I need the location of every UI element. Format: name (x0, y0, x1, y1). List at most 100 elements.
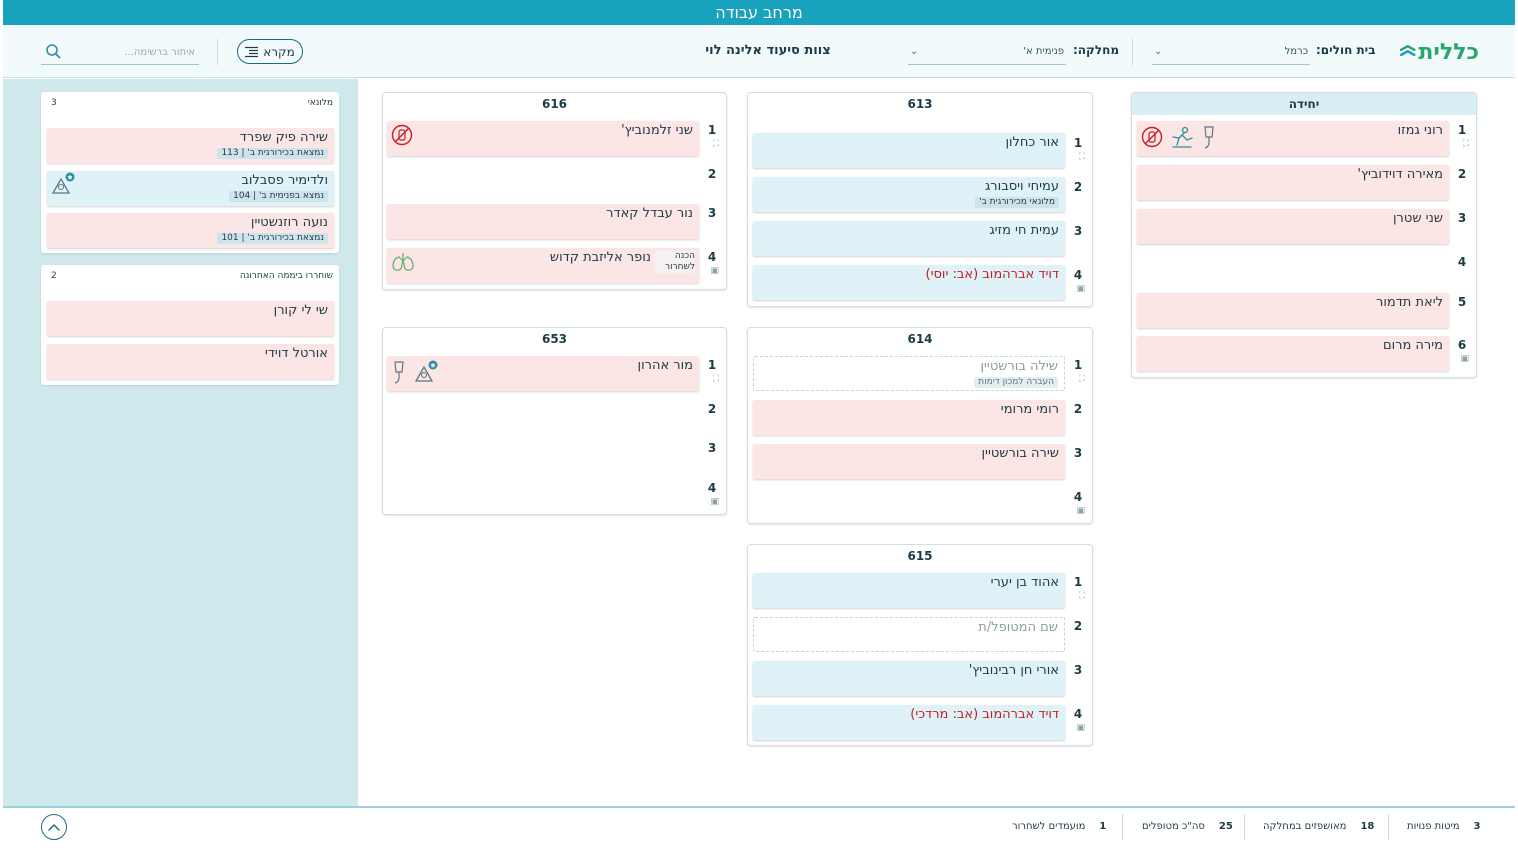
patient-name: עמיחי ויסבורג (984, 179, 1059, 194)
boarder-item[interactable]: נועה רוזנשטיין נמצאת בכירורגית ב' | 101 (47, 213, 334, 248)
patient-location: נמצאת בכירורגית ב' | 101 (217, 233, 328, 244)
bed-number: 4 (1073, 707, 1083, 721)
door-icon: ▣ (710, 497, 719, 507)
bed-number: 3 (707, 206, 717, 220)
team-title: צוות סיעוד אלינה לוי (705, 43, 831, 58)
room-card-614: 614 1 ⛶ שילה בורשטיין העברה למכון דימות … (747, 327, 1093, 524)
hospital-value: כרמל (1284, 46, 1308, 57)
lungs-icon (392, 253, 414, 271)
patient-name: שירה בורשטיין (981, 446, 1059, 461)
patient-card[interactable]: רוני גמזו (1137, 121, 1449, 156)
boarders-card: מלונאי 3 שירה פיק שפרד נמצאת בכירורגית ב… (41, 92, 339, 253)
stat-value: 25 (1218, 821, 1233, 832)
bed-number: 2 (1073, 180, 1083, 194)
divider (1244, 814, 1245, 840)
patient-card[interactable]: מירה מרום (1137, 336, 1449, 371)
patient-name: אורי חן רבינוביץ' (968, 663, 1059, 678)
room-title: 614 (907, 332, 933, 346)
biohazard-isolation-icon: ✱ (414, 360, 438, 382)
room-title: 653 (541, 332, 568, 346)
patient-card[interactable]: שם המטופל/ת (753, 617, 1065, 652)
divider (217, 39, 218, 65)
patient-card[interactable]: מור אהרון ✱ (387, 356, 699, 391)
bed-number: 3 (1073, 224, 1083, 238)
patient-card[interactable]: דויד אברהמוב (אב: מרדכי) (753, 705, 1065, 740)
discharged-item[interactable]: אורטל דוידי (47, 344, 334, 379)
boarders-count: 3 (51, 98, 57, 108)
patient-card[interactable]: אהוד בן יערי (753, 573, 1065, 608)
no-food-icon (391, 124, 413, 146)
discharged-item[interactable]: שי לי קורן (47, 301, 334, 336)
legend-label: מקרא (263, 44, 295, 59)
bed-number: 1 (707, 358, 717, 372)
patient-name: נופר אליזבת קדוש (549, 250, 651, 265)
patient-card[interactable]: שני זלמנוביץ' (387, 121, 699, 156)
patient-card[interactable]: מאירה דוידוביץ' (1137, 165, 1449, 200)
bed-number: 3 (1457, 211, 1467, 225)
iv-drip-icon (394, 361, 404, 384)
boarder-item[interactable]: ולדימיר פסבלוב נמצא בפנימית ב' | 104 ✱ (47, 171, 334, 206)
scroll-up-button[interactable] (41, 814, 67, 840)
patient-name-placeholder: שם המטופל/ת (978, 620, 1058, 635)
bed-icon: ⛶ (1078, 374, 1085, 384)
bed-number: 3 (1073, 446, 1083, 460)
patient-name: נועה רוזנשטיין (250, 215, 328, 230)
bed-number: 2 (707, 402, 717, 416)
patient-card[interactable]: רומי מרומי (753, 400, 1065, 435)
patient-name: דויד אברהמוב (אב: יוסי) (925, 267, 1060, 282)
svg-text:✱: ✱ (430, 363, 435, 370)
search-input[interactable] (65, 43, 195, 61)
legend-button[interactable]: מקרא (237, 39, 303, 64)
department-label: מחלקה: (1073, 43, 1120, 57)
patient-card[interactable]: עמיחי ויסבורג מלונאי מכירורגית ב' (753, 177, 1065, 212)
patient-card[interactable]: שני שטרן (1137, 209, 1449, 244)
patient-card[interactable]: אור כחלון (753, 133, 1065, 168)
stat-value: 18 (1360, 821, 1375, 832)
room-title: 616 (541, 97, 568, 111)
stat-label: מיטות פנויות (1407, 821, 1460, 832)
patient-card[interactable]: שירה בורשטיין (753, 444, 1065, 479)
stat-value: 3 (1473, 821, 1481, 832)
room-card-615: 615 1 ⛶ אהוד בן יערי 2 שם המטופל/ת 3 אור… (747, 544, 1093, 746)
logo-mark-icon (1399, 44, 1416, 57)
bed-number: 1 (1073, 358, 1083, 372)
stat-free-beds: 3 מיטות פנויות (1407, 821, 1480, 832)
door-icon: ▣ (710, 266, 719, 276)
boarder-item[interactable]: שירה פיק שפרד נמצאת בכירורגית ב' | 113 (47, 128, 334, 163)
bed-icon: ⛶ (1078, 591, 1085, 601)
divider (1132, 39, 1133, 65)
stat-total-patients: 25 סה"כ מטופלים (1142, 821, 1233, 832)
bed-number: 4 (707, 481, 717, 495)
patient-name: שני זלמנוביץ' (621, 123, 693, 138)
bed-icon: ⛶ (1462, 139, 1469, 149)
bed-number: 1 (1073, 136, 1083, 150)
bed-number: 3 (1073, 663, 1083, 677)
patient-card[interactable]: עמית חי מזיג (753, 221, 1065, 256)
chevron-down-icon: ⌄ (1154, 46, 1163, 57)
patient-name: מאירה דוידוביץ' (1357, 167, 1443, 182)
patient-card[interactable]: נופר אליזבת קדוש הכנה לשחרור (387, 248, 699, 283)
window-title: מרחב עבודה (3, 0, 1515, 25)
iv-drip-icon (1204, 126, 1214, 149)
patient-note: העברה למכון דימות (974, 377, 1058, 388)
patient-card[interactable]: אורי חן רבינוביץ' (753, 661, 1065, 696)
stat-admitted: 18 מאושפזים במחלקה (1263, 821, 1374, 832)
patient-name: ולדימיר פסבלוב (241, 173, 328, 188)
clalit-logo: כללית (1399, 37, 1479, 67)
discharged-title: שוחררו ביממה האחרונה (239, 271, 333, 281)
patient-card[interactable]: דויד אברהמוב (אב: יוסי) (753, 265, 1065, 300)
patient-location: נמצאת בכירורגית ב' | 113 (217, 148, 328, 159)
patient-card[interactable]: ליאת תדמור (1137, 293, 1449, 328)
search-icon[interactable] (45, 43, 61, 59)
patient-card[interactable]: נור עבדל קאדר (387, 204, 699, 239)
patient-card[interactable]: שילה בורשטיין העברה למכון דימות (753, 356, 1065, 391)
patient-name: רוני גמזו (1397, 123, 1443, 138)
hospital-select[interactable]: כרמל ⌄ (1152, 39, 1310, 65)
patient-name: אהוד בן יערי (990, 575, 1059, 590)
door-icon: ▣ (1076, 723, 1085, 733)
biohazard-isolation-icon: ✱ (51, 172, 75, 194)
patient-name: עמית חי מזיג (989, 223, 1059, 238)
patient-name: נור עבדל קאדר (606, 206, 693, 221)
room-title: 613 (907, 97, 933, 111)
discharged-count: 2 (51, 271, 57, 281)
